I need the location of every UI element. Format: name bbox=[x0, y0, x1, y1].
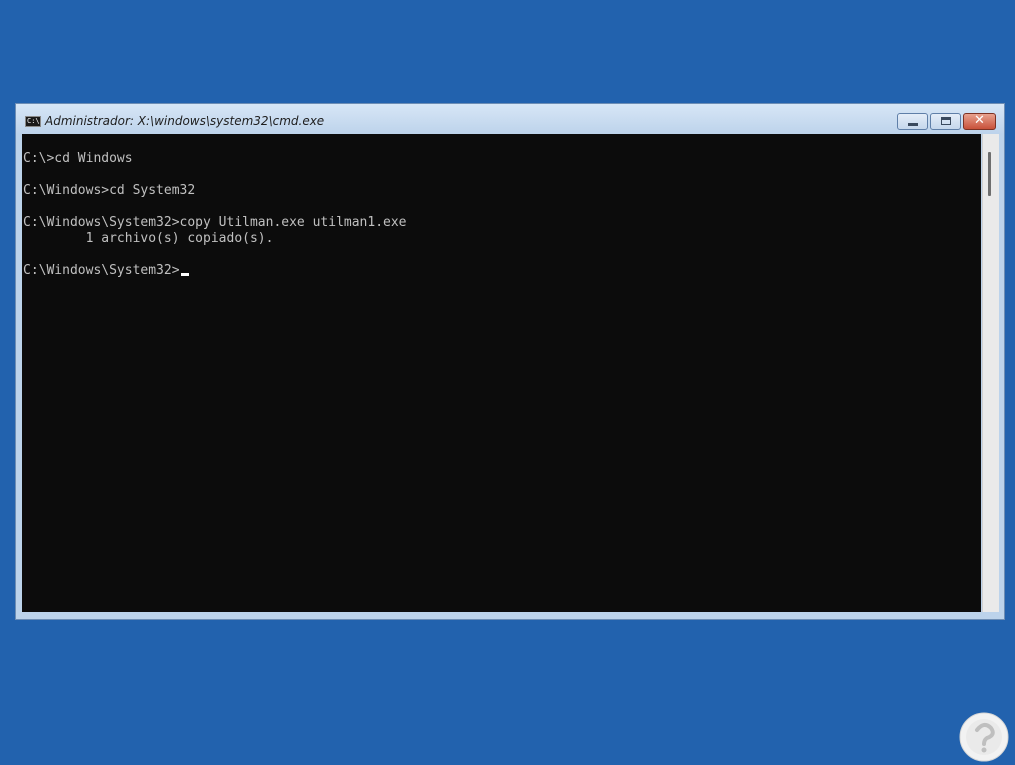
maximize-button[interactable] bbox=[930, 113, 961, 130]
close-button[interactable]: ✕ bbox=[963, 113, 996, 130]
title-bar[interactable]: C:\ Administrador: X:\windows\system32\c… bbox=[16, 104, 1004, 134]
console-prompt[interactable]: C:\Windows\System32> bbox=[23, 263, 180, 278]
close-icon: ✕ bbox=[974, 113, 985, 128]
minimize-icon bbox=[908, 123, 918, 126]
console-line: 1 archivo(s) copiado(s). bbox=[23, 231, 274, 246]
minimize-button[interactable] bbox=[897, 113, 928, 130]
window-title: Administrador: X:\windows\system32\cmd.e… bbox=[45, 114, 325, 128]
console-output[interactable]: C:\>cd Windows C:\Windows>cd System32 C:… bbox=[22, 134, 981, 612]
console-line: C:\Windows\System32>copy Utilman.exe uti… bbox=[23, 215, 407, 230]
console-line: C:\>cd Windows bbox=[23, 151, 133, 166]
console-text: C:\>cd Windows C:\Windows>cd System32 C:… bbox=[22, 134, 981, 279]
text-cursor bbox=[180, 273, 189, 276]
cmd-window[interactable]: C:\ Administrador: X:\windows\system32\c… bbox=[15, 103, 1005, 620]
scrollbar-thumb[interactable] bbox=[988, 152, 991, 196]
vertical-scrollbar[interactable] bbox=[982, 134, 999, 612]
cmd-icon[interactable]: C:\ bbox=[25, 116, 41, 127]
maximize-icon bbox=[941, 117, 951, 125]
console-line: C:\Windows>cd System32 bbox=[23, 183, 196, 198]
watermark-logo-icon bbox=[959, 712, 1009, 762]
